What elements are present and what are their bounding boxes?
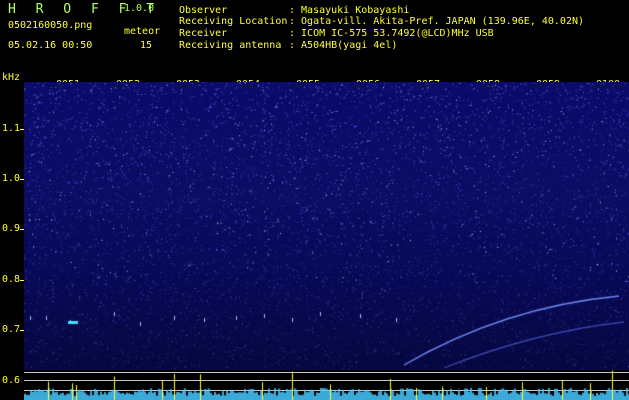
file-name: 0502160050.png (8, 20, 93, 31)
info-value-antenna: : A504HB(yagi 4el) (289, 40, 398, 51)
timestamp: 05.02.16 00:50 (8, 40, 93, 51)
y-axis-unit: kHz (2, 72, 21, 83)
info-value-receiver: : ICOM IC-575 53.7492(@LCD)MHz USB (289, 28, 494, 39)
info-key-location: Receiving Location (179, 16, 288, 27)
info-key-receiver: Receiver (179, 28, 228, 39)
y-tick-label: 0.6 (2, 375, 21, 386)
y-tick-label: 0.7 (2, 324, 21, 335)
y-tick-label: 0.8 (2, 274, 21, 285)
info-value-observer: : Masayuki Kobayashi (289, 5, 410, 16)
y-tick-label: 0.9 (2, 223, 21, 234)
info-value-location: : Ogata-vill. Akita-Pref. JAPAN (139.96E… (289, 16, 585, 27)
app-version: 1.0.0 (124, 3, 155, 14)
info-key-observer: Observer (179, 5, 228, 16)
y-tick-label: 1.0 (2, 173, 21, 184)
y-tick-label: 1.1 (2, 123, 21, 134)
info-key-antenna: Receiving antenna (179, 40, 282, 51)
meteor-label: meteor (124, 26, 161, 37)
meteor-count: 15 (140, 40, 153, 51)
spectrogram-noise (24, 82, 629, 370)
spectrogram-plot (24, 82, 629, 370)
meteor-histogram (24, 360, 629, 400)
